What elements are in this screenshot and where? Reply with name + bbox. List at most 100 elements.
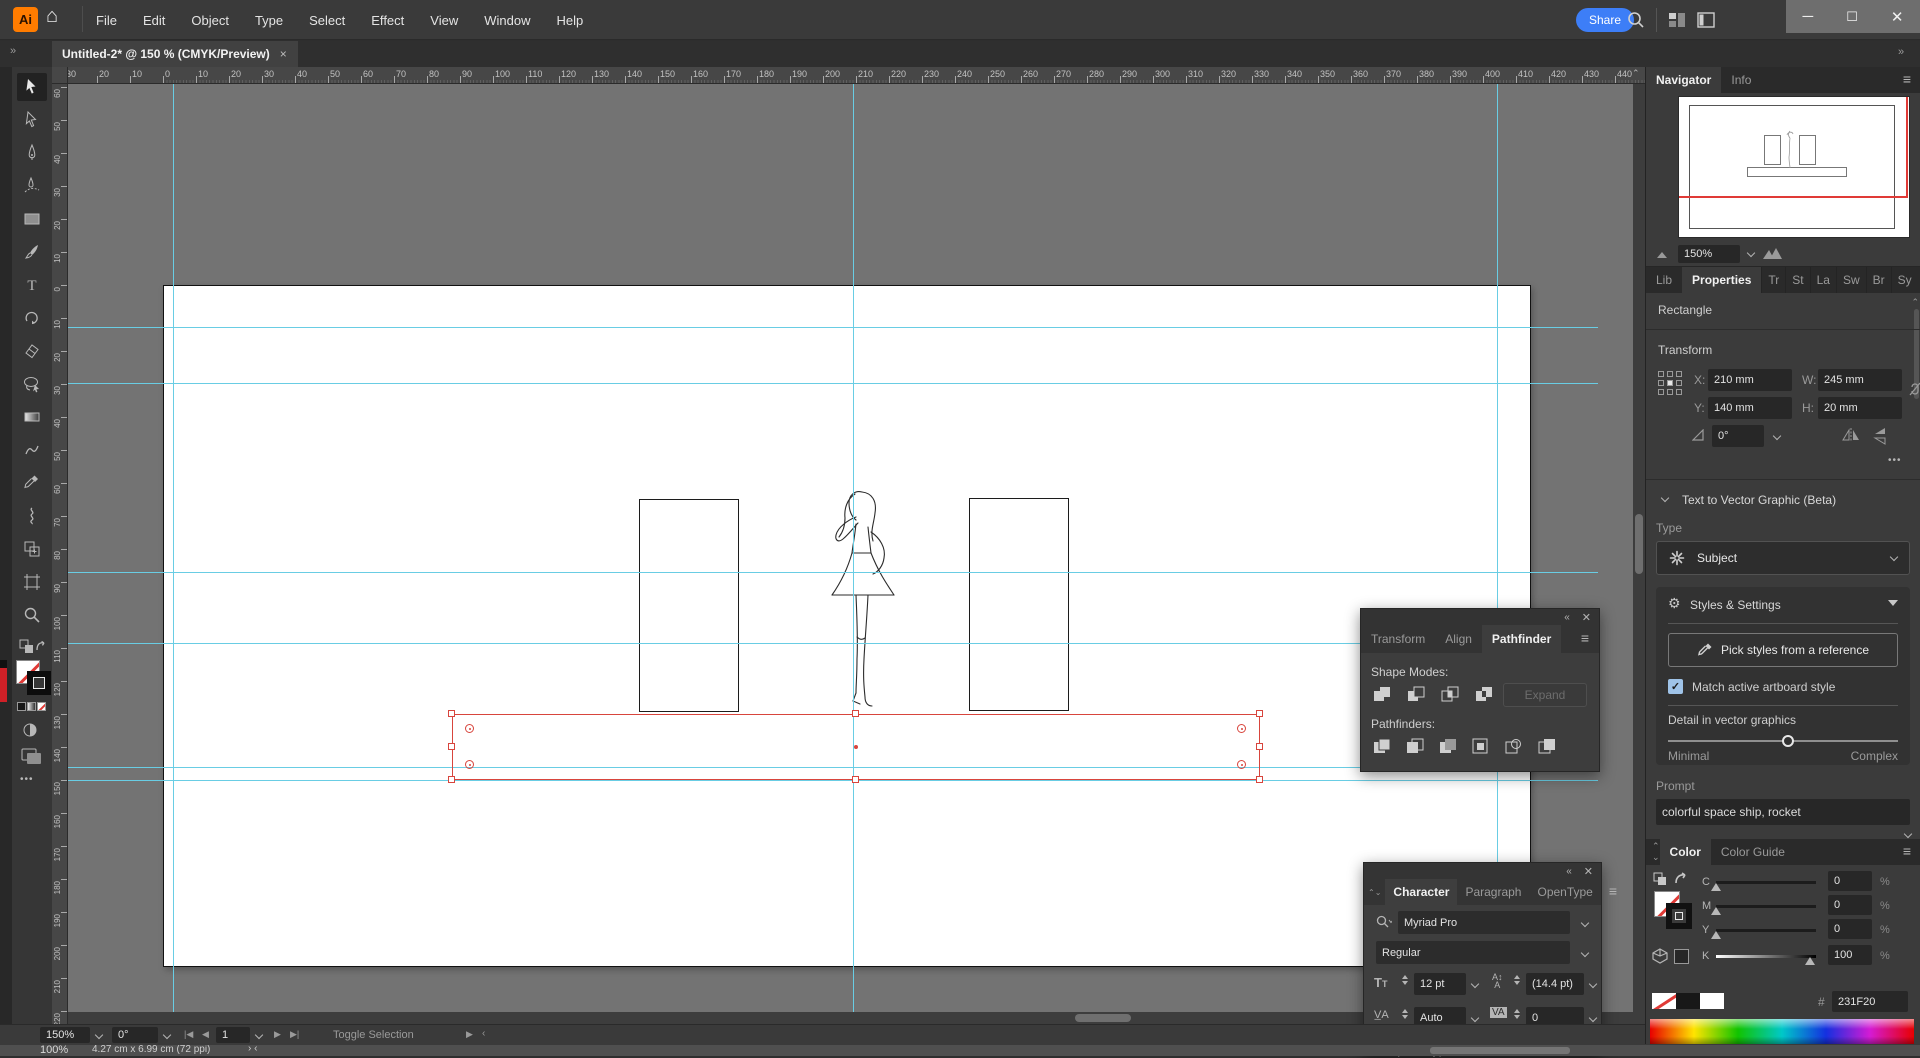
menu-object[interactable]: Object	[191, 13, 229, 28]
menu-edit[interactable]: Edit	[143, 13, 165, 28]
selection-handle[interactable]	[1256, 743, 1263, 750]
prompt-expand-chevron-icon[interactable]	[1904, 830, 1912, 838]
flip-vertical-icon[interactable]	[1872, 427, 1888, 445]
navigator-zoom-field[interactable]: 150%	[1678, 245, 1740, 263]
shape-mode-intersect[interactable]	[1437, 683, 1463, 705]
pathfinder-minus-back[interactable]	[1534, 735, 1560, 757]
tab-character[interactable]: Character	[1385, 879, 1457, 905]
status-back-icon[interactable]: ‹	[482, 1028, 485, 1039]
panel-collapse-left-icon[interactable]: «	[1564, 612, 1570, 623]
search-icon[interactable]	[1626, 10, 1646, 35]
canvas-vertical-scrollbar[interactable]	[1633, 84, 1645, 1024]
channel-value-field[interactable]: 0	[1828, 871, 1872, 891]
color-spectrum[interactable]	[1650, 1019, 1914, 1044]
status-toggle-selection[interactable]: Toggle Selection	[333, 1029, 414, 1041]
channel-value-field[interactable]: 100	[1828, 945, 1872, 965]
tab-st[interactable]: St	[1785, 267, 1809, 293]
x-field[interactable]: 210 mm	[1708, 369, 1792, 391]
tracking-chevron-icon[interactable]	[1589, 1014, 1597, 1022]
color-mode-gradient-button[interactable]	[27, 702, 36, 711]
ruler-collapse-icon[interactable]: ⌃	[1632, 68, 1640, 79]
menu-view[interactable]: View	[430, 13, 458, 28]
panel-collapse-left-icon[interactable]: «	[1566, 866, 1572, 877]
slider-thumb-icon[interactable]	[1711, 883, 1721, 891]
font-search-icon[interactable]	[1376, 915, 1392, 929]
channel-slider[interactable]	[1716, 905, 1816, 908]
color-menu-icon[interactable]: ≡	[1893, 839, 1920, 865]
match-artboard-checkbox[interactable]: ✓	[1668, 679, 1683, 694]
panel-close-icon[interactable]: ✕	[1584, 865, 1593, 878]
stroke-proxy-black[interactable]	[1666, 903, 1692, 929]
tab-properties[interactable]: Properties	[1682, 267, 1761, 293]
selection-handle[interactable]	[448, 776, 455, 783]
guide-horizontal[interactable]	[68, 780, 1598, 781]
channel-value-field[interactable]: 0	[1828, 919, 1872, 939]
properties-scroll-up-icon[interactable]: ⌃	[1911, 297, 1919, 308]
h-field[interactable]: 20 mm	[1818, 397, 1902, 419]
navigator-zoom-chevron-icon[interactable]	[1747, 248, 1755, 256]
close-window-button[interactable]: ✕	[1891, 8, 1904, 26]
tab-paragraph[interactable]: Paragraph	[1457, 879, 1529, 905]
corner-radius-widget[interactable]	[1237, 724, 1246, 733]
pathfinder-crop[interactable]	[1468, 735, 1494, 757]
selection-handle[interactable]	[448, 710, 455, 717]
pen-tool[interactable]	[17, 139, 47, 167]
font-style-chevron-icon[interactable]	[1581, 949, 1589, 957]
dock-collapse-icon[interactable]: »	[1898, 46, 1904, 58]
lasso-tool[interactable]	[17, 370, 47, 398]
tab-color-guide[interactable]: Color Guide	[1711, 839, 1795, 865]
document-tab[interactable]: Untitled-2* @ 150 % (CMYK/Preview) ×	[52, 41, 298, 67]
corner-radius-widget[interactable]	[465, 760, 474, 769]
menu-help[interactable]: Help	[556, 13, 583, 28]
selection-center-point[interactable]	[854, 745, 858, 749]
corner-radius-widget[interactable]	[465, 724, 474, 733]
menu-window[interactable]: Window	[484, 13, 530, 28]
toolbar-swap-fill-stroke-icon[interactable]	[17, 638, 47, 656]
font-size-field[interactable]: 12 pt	[1414, 973, 1466, 995]
statusbar-zoom-chevron-icon[interactable]	[95, 1031, 103, 1039]
drawn-rectangle-right[interactable]	[969, 498, 1069, 711]
toolbar-stroke-proxy-black[interactable]	[27, 671, 51, 695]
screen-mode-button[interactable]	[20, 746, 44, 766]
tab-tr[interactable]: Tr	[1761, 267, 1785, 293]
slider-thumb-icon[interactable]	[1805, 957, 1815, 965]
illustrator-logo-icon[interactable]: Ai	[13, 7, 38, 32]
selection-handle[interactable]	[1256, 776, 1263, 783]
ruler-corner[interactable]	[52, 67, 68, 84]
prev-artboard-icon[interactable]: ◀	[202, 1029, 209, 1040]
leading-chevron-icon[interactable]	[1589, 980, 1597, 988]
tab-opentype[interactable]: OpenType	[1529, 879, 1600, 905]
pathfinder-outline[interactable]	[1501, 735, 1527, 757]
first-artboard-icon[interactable]: |◀	[184, 1029, 193, 1040]
ttv-collapse-chevron-icon[interactable]	[1661, 494, 1669, 502]
corner-radius-widget[interactable]	[1237, 760, 1246, 769]
tab-transform[interactable]: Transform	[1361, 625, 1435, 653]
arrange-documents-icon[interactable]	[1668, 11, 1686, 34]
document-tab-close-icon[interactable]: ×	[280, 47, 287, 61]
pathfinder-merge[interactable]	[1435, 735, 1461, 757]
selection-handle[interactable]	[852, 776, 859, 783]
selection-handle[interactable]	[448, 743, 455, 750]
menu-effect[interactable]: Effect	[371, 13, 404, 28]
rotation-field[interactable]: 0°	[1712, 425, 1764, 447]
menu-file[interactable]: File	[96, 13, 117, 28]
expand-button[interactable]: Expand	[1503, 683, 1587, 707]
vertical-ruler[interactable]: 6050403020100102030405060708090100110120…	[52, 84, 68, 1024]
color-mode-cube-icon[interactable]	[1651, 947, 1669, 965]
rotation-chevron-icon[interactable]	[1773, 432, 1781, 440]
font-style-field[interactable]: Regular	[1376, 941, 1570, 964]
paintbrush-tool[interactable]	[17, 238, 47, 266]
artboard-number-field[interactable]: 1	[216, 1027, 250, 1043]
selection-handle[interactable]	[852, 710, 859, 717]
eraser-tool[interactable]	[17, 337, 47, 365]
zoom-in-icon[interactable]	[1762, 247, 1782, 260]
statusbar-zoom-field[interactable]: 150%	[40, 1027, 90, 1043]
tab-lib[interactable]: Lib	[1646, 267, 1682, 293]
tab-pathfinder[interactable]: Pathfinder	[1482, 625, 1561, 653]
constrain-proportions-icon[interactable]	[1908, 379, 1920, 399]
home-icon[interactable]: ⌂	[46, 5, 58, 28]
prompt-input[interactable]: colorful space ship, rocket	[1656, 799, 1910, 825]
font-size-stepper[interactable]	[1400, 975, 1410, 985]
w-field[interactable]: 245 mm	[1818, 369, 1902, 391]
navigator-preview[interactable]	[1679, 97, 1909, 237]
